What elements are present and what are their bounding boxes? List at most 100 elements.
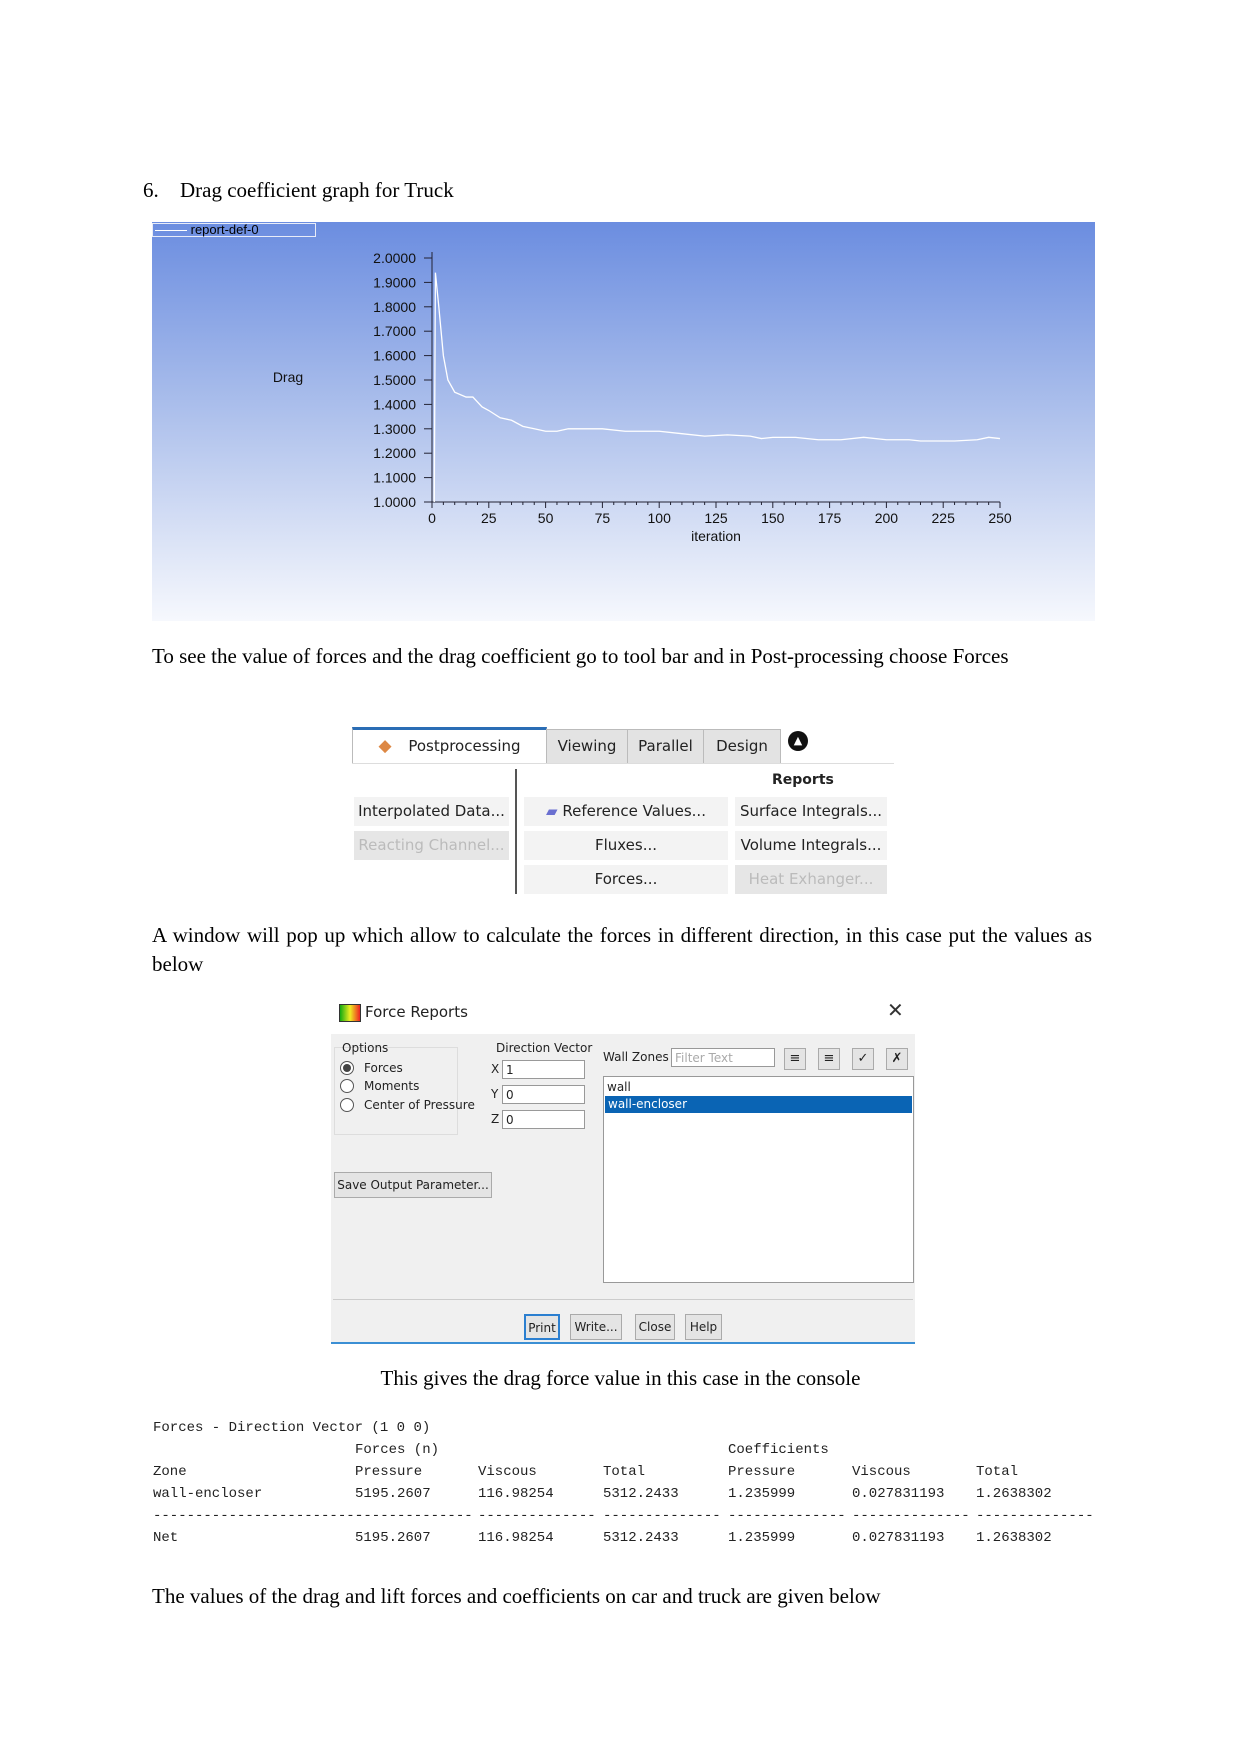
x-tick-label: 100 — [648, 510, 672, 526]
console-net-row: Net 5195.2607 116.98254 5312.2433 1.2359… — [153, 1530, 1098, 1552]
ribbon-toolbar: ◆ Postprocessing Viewing Parallel Design… — [352, 727, 894, 897]
y-tick-label: 1.3000 — [373, 421, 416, 437]
zone-item-wall-encloser[interactable]: wall-encloser — [605, 1096, 912, 1113]
drag-chart: 2.0000 1.9000 1.8000 1.7000 1.6000 1.5000 1.40… — [152, 222, 1095, 621]
paragraph-console-note: This gives the drag force value in this … — [380, 1366, 861, 1390]
x-tick-label: 200 — [875, 510, 899, 526]
legend-line-swatch — [155, 230, 187, 232]
col-header: Viscous — [852, 1464, 911, 1480]
reports-section-title: Reports — [772, 772, 834, 788]
separator: -------------- — [355, 1508, 473, 1524]
console-separator-row: ------------------------- --------------… — [153, 1508, 1098, 1530]
chart-legend: report-def-0 — [152, 223, 316, 237]
heading-number: 6. — [143, 178, 159, 202]
paragraph-values-intro: The values of the drag and lift forces a… — [152, 1584, 881, 1608]
tab-postprocessing[interactable]: ◆ Postprocessing — [352, 727, 547, 763]
tab-design[interactable]: Design — [703, 729, 781, 764]
deselect-all-icon[interactable]: ✗ — [886, 1048, 908, 1070]
cell: wall-encloser — [153, 1486, 263, 1502]
x-tick-label: 225 — [932, 510, 956, 526]
y-label: Y — [491, 1087, 499, 1101]
fluxes-button[interactable]: Fluxes... — [524, 831, 728, 860]
series-line — [433, 272, 1001, 503]
x-label: X — [491, 1062, 500, 1076]
volume-integrals-button[interactable]: Volume Integrals... — [735, 831, 887, 860]
select-all-icon[interactable]: ✓ — [852, 1048, 874, 1070]
heat-exchanger-button: Heat Exhanger... — [735, 865, 887, 894]
y-tick-label: 1.4000 — [373, 396, 416, 412]
close-button[interactable]: Close — [635, 1314, 675, 1340]
separator: -------------- — [728, 1508, 846, 1524]
x-tick-label: 25 — [481, 510, 497, 526]
print-button[interactable]: Print — [524, 1314, 560, 1340]
y-tick-label: 1.9000 — [373, 274, 416, 290]
separator: -------------- — [478, 1508, 596, 1524]
paragraph-window-popup: A window will pop up which allow to calc… — [152, 923, 1092, 976]
x-tick-label: 125 — [704, 510, 728, 526]
forces-label: Forces — [364, 1061, 403, 1075]
surface-integrals-button[interactable]: Surface Integrals... — [735, 797, 887, 826]
z-input[interactable]: 0 — [502, 1110, 585, 1129]
filter-add-icon[interactable]: ≡ — [784, 1048, 806, 1070]
y-input[interactable]: 0 — [502, 1085, 585, 1104]
cell: 0.027831193 — [852, 1486, 945, 1502]
book-icon: ▰ — [546, 802, 558, 820]
save-output-parameter-button[interactable]: Save Output Parameter... — [334, 1172, 492, 1198]
group-separator — [515, 769, 517, 894]
options-label: Options — [342, 1041, 389, 1055]
y-tick-label: 1.8000 — [373, 299, 416, 315]
cell: 1.2638302 — [976, 1486, 1052, 1502]
cell: 1.2638302 — [976, 1530, 1052, 1546]
zone-item-wall[interactable]: wall — [604, 1077, 913, 1096]
y-axis-label: Drag — [273, 369, 303, 385]
tab-label: Postprocessing — [408, 737, 521, 755]
interpolated-data-button[interactable]: Interpolated Data... — [354, 797, 509, 826]
direction-vector-label: Direction Vector — [496, 1041, 593, 1055]
x-input[interactable]: 1 — [502, 1060, 585, 1079]
legend-label: report-def-0 — [190, 222, 259, 237]
x-axis-label: iteration — [691, 528, 741, 544]
postprocessing-cube-icon: ◆ — [378, 736, 392, 756]
x-tick-label: 175 — [818, 510, 842, 526]
dialog-body: Options Forces Moments Center of Pressur… — [331, 1034, 915, 1344]
col-header: Zone — [153, 1464, 187, 1480]
write-button[interactable]: Write... — [570, 1314, 622, 1340]
col-header: Pressure — [728, 1464, 796, 1480]
z-label: Z — [491, 1112, 500, 1126]
center-of-pressure-radio[interactable] — [340, 1098, 354, 1112]
moments-radio[interactable] — [340, 1079, 354, 1093]
close-icon[interactable]: ✕ — [887, 998, 904, 1022]
cell: 116.98254 — [478, 1530, 554, 1546]
help-button[interactable]: Help — [685, 1314, 722, 1340]
heading-text: Drag coefficient graph for Truck — [180, 178, 454, 202]
document-page: 6. Drag coefficient graph for Truck 2.00… — [0, 0, 1241, 1754]
tab-viewing[interactable]: Viewing — [546, 729, 628, 764]
forces-button[interactable]: Forces... — [524, 865, 728, 894]
x-tick-label: 0 — [428, 510, 436, 526]
console-title: Forces - Direction Vector (1 0 0) — [153, 1420, 431, 1436]
separator: -------------- — [852, 1508, 970, 1524]
chart-svg: 2.0000 1.9000 1.8000 1.7000 1.6000 1.5000 1.40… — [273, 250, 1012, 544]
tab-parallel[interactable]: Parallel — [627, 729, 704, 764]
y-tick-label: 1.7000 — [373, 323, 416, 339]
y-tick-label: 1.5000 — [373, 372, 416, 388]
separator: ------------------------- — [153, 1508, 364, 1524]
center-of-pressure-label: Center of Pressure — [364, 1098, 475, 1112]
filter-dropdown-icon[interactable]: ≡ — [818, 1048, 840, 1070]
filter-text-input[interactable]: Filter Text — [671, 1048, 775, 1067]
app-icon — [339, 1004, 361, 1022]
col-header: Total — [976, 1464, 1019, 1480]
cell: 1.235999 — [728, 1486, 796, 1502]
console-output: Forces - Direction Vector (1 0 0) Forces… — [153, 1420, 1098, 1552]
reference-values-button[interactable]: ▰ Reference Values... — [524, 797, 728, 826]
wall-zones-list: wall wall-encloser — [603, 1076, 914, 1283]
forces-radio[interactable] — [340, 1061, 354, 1075]
forces-group-label: Forces (n) — [355, 1442, 440, 1458]
col-header: Pressure — [355, 1464, 423, 1480]
separator: -------------- — [976, 1508, 1094, 1524]
ribbon-divider — [352, 763, 894, 764]
cell: Net — [153, 1530, 179, 1546]
console-data-row: wall-encloser 5195.2607 116.98254 5312.2… — [153, 1486, 1098, 1508]
x-tick-label: 150 — [761, 510, 785, 526]
collapse-ribbon-icon[interactable]: ▲ — [788, 731, 808, 751]
